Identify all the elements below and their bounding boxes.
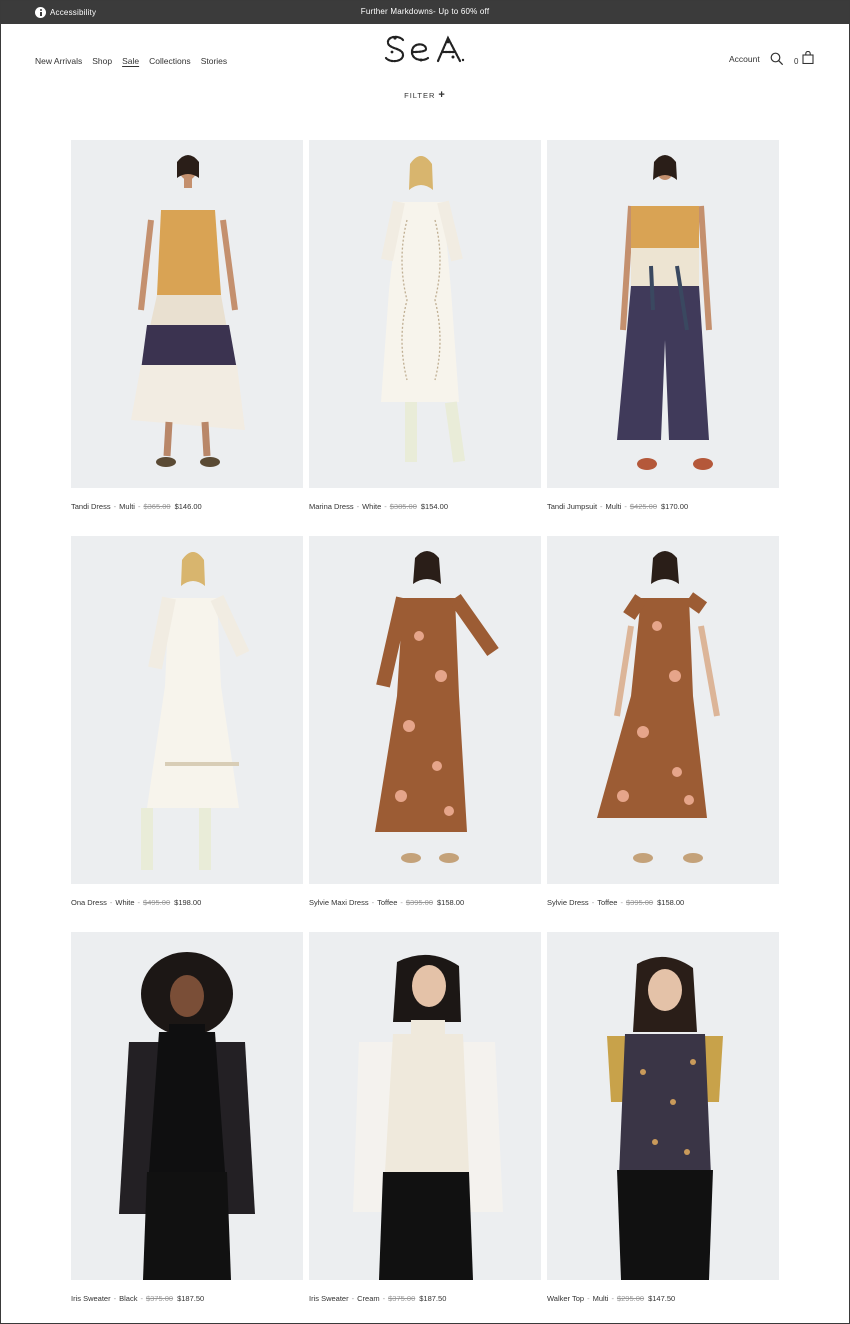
product-card[interactable]: Ona Dress - White - $495.00 $198.00 [71, 536, 303, 932]
product-name[interactable]: Tandi Jumpsuit [547, 502, 597, 511]
product-color: Toffee [597, 898, 618, 907]
product-image[interactable] [547, 140, 779, 488]
product-name[interactable]: Sylvie Dress [547, 898, 589, 907]
announcement-bar: Accessibility Further Markdowns- Up to 6… [1, 1, 849, 24]
product-name[interactable]: Iris Sweater [71, 1294, 111, 1303]
caption-separator: - [113, 1294, 117, 1303]
filter-bar: FILTER + [0, 89, 850, 101]
caption-separator: - [384, 502, 387, 511]
filter-label: FILTER [404, 91, 436, 100]
product-caption: Iris Sweater - Cream - $375.00 $187.50 [309, 1294, 446, 1303]
original-price: $375.00 [388, 1294, 416, 1303]
caption-separator: - [351, 1294, 355, 1303]
product-caption: Marina Dress - White - $385.00 $154.00 [309, 502, 448, 511]
cart-count: 0 [794, 57, 799, 66]
product-card[interactable]: Walker Top - Multi - $295.00 $147.50 [547, 932, 779, 1324]
product-name[interactable]: Tandi Dress [71, 502, 111, 511]
original-price: $375.00 [145, 1294, 174, 1303]
original-price: $365.00 [143, 502, 171, 511]
product-caption: Walker Top - Multi - $295.00 $147.50 [547, 1294, 675, 1303]
product-color: White [362, 502, 382, 511]
caption-separator: - [140, 1294, 143, 1303]
product-card[interactable]: Marina Dress - White - $385.00 $154.00 [309, 140, 541, 536]
product-caption: Tandi Jumpsuit - Multi - $425.00 $170.00 [547, 502, 688, 511]
promo-text[interactable]: Further Markdowns- Up to 60% off [1, 7, 849, 16]
plus-icon: + [438, 89, 446, 101]
sale-price: $158.00 [437, 898, 465, 907]
caption-separator: - [113, 502, 117, 511]
filter-button[interactable]: FILTER + [404, 89, 446, 101]
product-image[interactable] [309, 140, 541, 488]
product-caption: Ona Dress - White - $495.00 $198.00 [71, 898, 201, 907]
product-caption: Sylvie Maxi Dress - Toffee - $395.00 $158.00 [309, 898, 464, 907]
brand-logo[interactable] [383, 33, 467, 65]
product-name[interactable]: Marina Dress [309, 502, 354, 511]
product-card[interactable]: Sylvie Maxi Dress - Toffee - $395.00 $158.00 [309, 536, 541, 932]
product-color: Multi [119, 502, 135, 511]
sale-price: $147.50 [648, 1294, 676, 1303]
nav-stories[interactable]: Stories [201, 56, 227, 66]
nav-new-arrivals[interactable]: New Arrivals [35, 56, 82, 66]
sale-price: $146.00 [174, 502, 202, 511]
main-nav: New Arrivals Shop Sale Collections Stori… [35, 56, 227, 66]
sale-price: $187.50 [177, 1294, 205, 1303]
nav-shop[interactable]: Shop [92, 56, 112, 66]
product-color: White [115, 898, 135, 907]
product-color: Toffee [377, 898, 398, 907]
caption-separator: - [624, 502, 627, 511]
sale-price: $170.00 [661, 502, 689, 511]
product-card[interactable]: Tandi Dress - Multi - $365.00 $146.00 [71, 140, 303, 536]
product-name[interactable]: Sylvie Maxi Dress [309, 898, 369, 907]
original-price: $395.00 [405, 898, 434, 907]
product-image[interactable] [309, 536, 541, 884]
caption-separator: - [591, 898, 595, 907]
original-price: $495.00 [143, 898, 171, 907]
caption-separator: - [600, 502, 603, 511]
nav-sale[interactable]: Sale [122, 56, 139, 66]
search-icon[interactable] [770, 52, 783, 65]
product-name[interactable]: Ona Dress [71, 898, 107, 907]
product-image[interactable] [71, 140, 303, 488]
product-card[interactable]: Iris Sweater - Black - $375.00 $187.50 [71, 932, 303, 1324]
product-caption: Iris Sweater - Black - $375.00 $187.50 [71, 1294, 204, 1303]
product-caption: Tandi Dress - Multi - $365.00 $146.00 [71, 502, 202, 511]
product-color: Cream [357, 1294, 380, 1303]
product-image[interactable] [309, 932, 541, 1280]
original-price: $425.00 [629, 502, 657, 511]
original-price: $295.00 [616, 1294, 645, 1303]
account-link[interactable]: Account [729, 54, 760, 64]
sale-price: $158.00 [657, 898, 685, 907]
sale-price: $154.00 [420, 502, 449, 511]
caption-separator: - [137, 502, 141, 511]
product-image[interactable] [71, 932, 303, 1280]
product-image[interactable] [547, 536, 779, 884]
product-image[interactable] [547, 932, 779, 1280]
caption-separator: - [137, 898, 141, 907]
caption-separator: - [611, 1294, 614, 1303]
product-name[interactable]: Iris Sweater [309, 1294, 349, 1303]
product-card[interactable]: Sylvie Dress - Toffee - $395.00 $158.00 [547, 536, 779, 932]
product-name[interactable]: Walker Top [547, 1294, 584, 1303]
caption-separator: - [620, 898, 623, 907]
sale-price: $198.00 [174, 898, 202, 907]
product-card[interactable]: Iris Sweater - Cream - $375.00 $187.50 [309, 932, 541, 1324]
caption-separator: - [371, 898, 375, 907]
original-price: $385.00 [389, 502, 417, 511]
caption-separator: - [400, 898, 403, 907]
product-caption: Sylvie Dress - Toffee - $395.00 $158.00 [547, 898, 684, 907]
product-color: Multi [592, 1294, 609, 1303]
caption-separator: - [587, 1294, 590, 1303]
caption-separator: - [109, 898, 113, 907]
product-color: Multi [605, 502, 622, 511]
caption-separator: - [356, 502, 360, 511]
original-price: $395.00 [625, 898, 654, 907]
nav-collections[interactable]: Collections [149, 56, 191, 66]
product-image[interactable] [71, 536, 303, 884]
product-card[interactable]: Tandi Jumpsuit - Multi - $425.00 $170.00 [547, 140, 779, 536]
shopping-bag-icon[interactable] [802, 51, 814, 64]
product-grid: Tandi Dress - Multi - $365.00 $146.00 Marina … [71, 140, 779, 1324]
caption-separator: - [382, 1294, 386, 1303]
product-color: Black [119, 1294, 138, 1303]
sale-price: $187.50 [419, 1294, 447, 1303]
